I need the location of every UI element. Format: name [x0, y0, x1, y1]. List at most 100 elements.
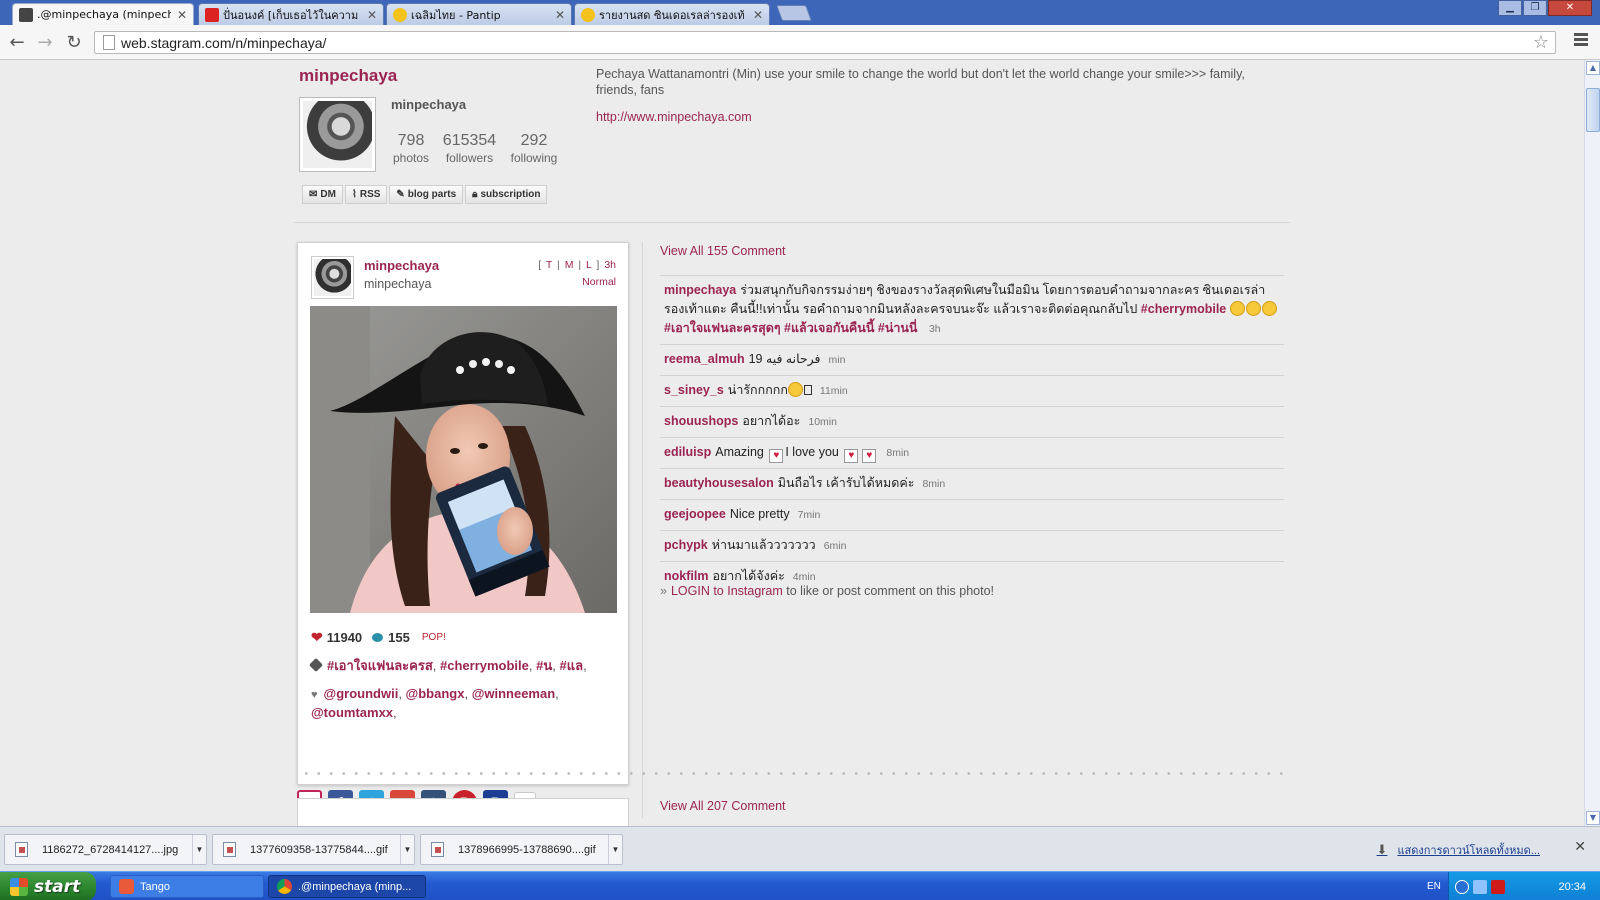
user-mention-link[interactable]: @toumtamxx [311, 705, 393, 720]
n-app-icon[interactable] [1491, 879, 1505, 894]
vertical-scrollbar[interactable]: ▲ ▼ [1584, 60, 1600, 826]
chevron-down-icon[interactable]: ▼ [400, 835, 414, 864]
user-mention-link[interactable]: @bbangx [406, 686, 465, 701]
login-link[interactable]: LOGIN to Instagram [671, 584, 783, 598]
new-tab-button[interactable] [776, 5, 812, 21]
close-window-icon[interactable]: ✕ [1548, 0, 1592, 16]
post-photo[interactable] [310, 306, 617, 613]
minimize-icon[interactable]: ▁ [1498, 0, 1522, 16]
size-l-link[interactable]: L [586, 259, 592, 271]
profile-name-link[interactable]: minpechaya [299, 66, 397, 86]
taskbar-item-chrome[interactable]: .@minpechaya (minp... [268, 875, 426, 898]
window-controls: ▁ ❐ ✕ [1497, 0, 1592, 16]
download-item[interactable]: 1378966995-13788690....gif ▼ [420, 834, 623, 865]
comment-time: 8min [922, 478, 946, 490]
close-tab-icon[interactable]: ✕ [753, 8, 763, 22]
comment-time: 11min [819, 385, 848, 397]
tab-stagram[interactable]: .@minpechaya (minpechaya) ✕ [12, 3, 194, 25]
close-tab-icon[interactable]: ✕ [367, 8, 377, 22]
youtube-favicon-icon [205, 7, 219, 22]
windows-flag-icon [10, 877, 28, 896]
heart-icon[interactable]: ❤ [311, 629, 323, 646]
scroll-down-arrow-icon[interactable]: ▼ [1586, 811, 1600, 825]
comment-text: Amazing [715, 445, 764, 459]
view-all-comments-link[interactable]: View All 155 Comment [660, 244, 786, 258]
dotted-separator [300, 772, 1288, 775]
missing-glyph-icon [803, 385, 812, 395]
tag-link[interactable]: #น [536, 658, 552, 673]
dm-button[interactable]: ✉ DM [302, 185, 343, 204]
download-item[interactable]: 1377609358-13775844....gif ▼ [212, 834, 415, 865]
pop-badge[interactable]: POP! [422, 632, 446, 643]
tab-pantip-live[interactable]: รายงานสด ซินเดอเรลล่ารองเท้ ✕ [574, 3, 770, 25]
back-arrow-icon[interactable]: ← [6, 32, 28, 53]
rss-button[interactable]: ⌇ RSS [344, 185, 388, 204]
taskbar-item-tango[interactable]: Tango [110, 875, 264, 898]
comment-username-link[interactable]: shouushops [664, 414, 738, 428]
scroll-thumb[interactable] [1586, 88, 1600, 132]
tango-icon [119, 879, 134, 894]
comment-username-link[interactable]: s_siney_s [664, 383, 724, 397]
tab-title: เฉลิมไทย - Pantip [411, 8, 501, 22]
comment-count: 155 [388, 630, 410, 645]
download-filename: 1377609358-13775844....gif [250, 843, 388, 856]
profile-website-link[interactable]: http://www.minpechaya.com [596, 110, 752, 124]
subscription-label: subscription [480, 189, 541, 200]
divider [294, 222, 1290, 223]
chevron-down-icon[interactable]: ▼ [608, 835, 622, 864]
tag-link[interactable]: #น่านนี่ [878, 321, 918, 335]
stat-label: followers [445, 151, 494, 165]
tray-arrow-icon[interactable] [1455, 879, 1469, 894]
forward-arrow-icon[interactable]: → [34, 32, 56, 53]
tag-link[interactable]: #เอาใจแฟนละครส [327, 658, 433, 673]
comment-username-link[interactable]: ediluisp [664, 445, 711, 459]
tag-link[interactable]: #cherrymobile [1141, 302, 1226, 316]
pantip-favicon-icon [393, 7, 407, 22]
user-mention-link[interactable]: @winneeman [472, 686, 555, 701]
start-button[interactable]: start [0, 872, 96, 900]
comment-time: min [828, 354, 846, 366]
network-icon[interactable] [1473, 879, 1487, 894]
post-username-link[interactable]: minpechaya [364, 258, 439, 273]
comment-username-link[interactable]: reema_almuh [664, 352, 745, 366]
image-file-icon [15, 842, 28, 857]
post-avatar[interactable] [311, 256, 354, 299]
download-item[interactable]: 1186272_6728414127....jpg ▼ [4, 834, 207, 865]
profile-avatar[interactable] [299, 97, 376, 172]
comment-bubble-icon [372, 633, 384, 642]
close-tab-icon[interactable]: ✕ [177, 8, 187, 22]
size-t-link[interactable]: T [546, 259, 553, 271]
comment-username-link[interactable]: minpechaya [664, 283, 736, 297]
language-indicator[interactable]: EN [1427, 881, 1441, 892]
close-shelf-icon[interactable]: ✕ [1574, 839, 1586, 855]
caption-comment: minpechaya ร่วมสนุกกับกิจกรรมง่ายๆ ชิงของ… [660, 275, 1284, 344]
size-m-link[interactable]: M [565, 259, 575, 271]
maximize-icon[interactable]: ❐ [1523, 0, 1547, 16]
comment-username-link[interactable]: beautyhousesalon [664, 476, 774, 490]
tag-link[interactable]: #cherrymobile [440, 658, 529, 673]
tag-link[interactable]: #เอาใจแฟนละครสุดๆ [664, 321, 781, 335]
url-text[interactable]: web.stagram.com/n/minpechaya/ [121, 35, 326, 51]
next-view-all-comments-link[interactable]: View All 207 Comment [660, 799, 786, 813]
tag-link[interactable]: #แล้วเจอกันคืนนี้ [784, 321, 874, 335]
close-tab-icon[interactable]: ✕ [555, 8, 565, 22]
small-heart-icon: ♥ [311, 689, 318, 701]
subscription-button[interactable]: 🔒︎ subscription [465, 185, 548, 204]
bookmark-star-icon[interactable]: ☆ [1533, 32, 1549, 53]
scroll-up-arrow-icon[interactable]: ▲ [1586, 61, 1600, 75]
chevron-down-icon[interactable]: ▼ [192, 835, 206, 864]
menu-icon[interactable] [1574, 33, 1588, 48]
page-icon [103, 35, 115, 50]
comment-username-link[interactable]: geejoopee [664, 507, 726, 521]
tab-pantip[interactable]: เฉลิมไทย - Pantip ✕ [386, 3, 572, 25]
user-mention-link[interactable]: @groundwii [324, 686, 399, 701]
reload-icon[interactable]: ↻ [63, 32, 85, 53]
tag-icon [308, 657, 324, 673]
tag-link[interactable]: #แล [559, 658, 583, 673]
blog-parts-button[interactable]: ✎ blog parts [389, 185, 464, 204]
show-all-downloads-link[interactable]: ⬇ แสดงการดาวน์โหลดทั้งหมด... [1377, 841, 1540, 859]
address-bar[interactable]: web.stagram.com/n/minpechaya/ ☆ [94, 31, 1556, 54]
comment-username-link[interactable]: nokfilm [664, 569, 708, 583]
tab-youtube[interactable]: ปั่นอนงค์ [เก็บเธอไว้ในความ ✕ [198, 3, 384, 25]
comment-username-link[interactable]: pchypk [664, 538, 708, 552]
